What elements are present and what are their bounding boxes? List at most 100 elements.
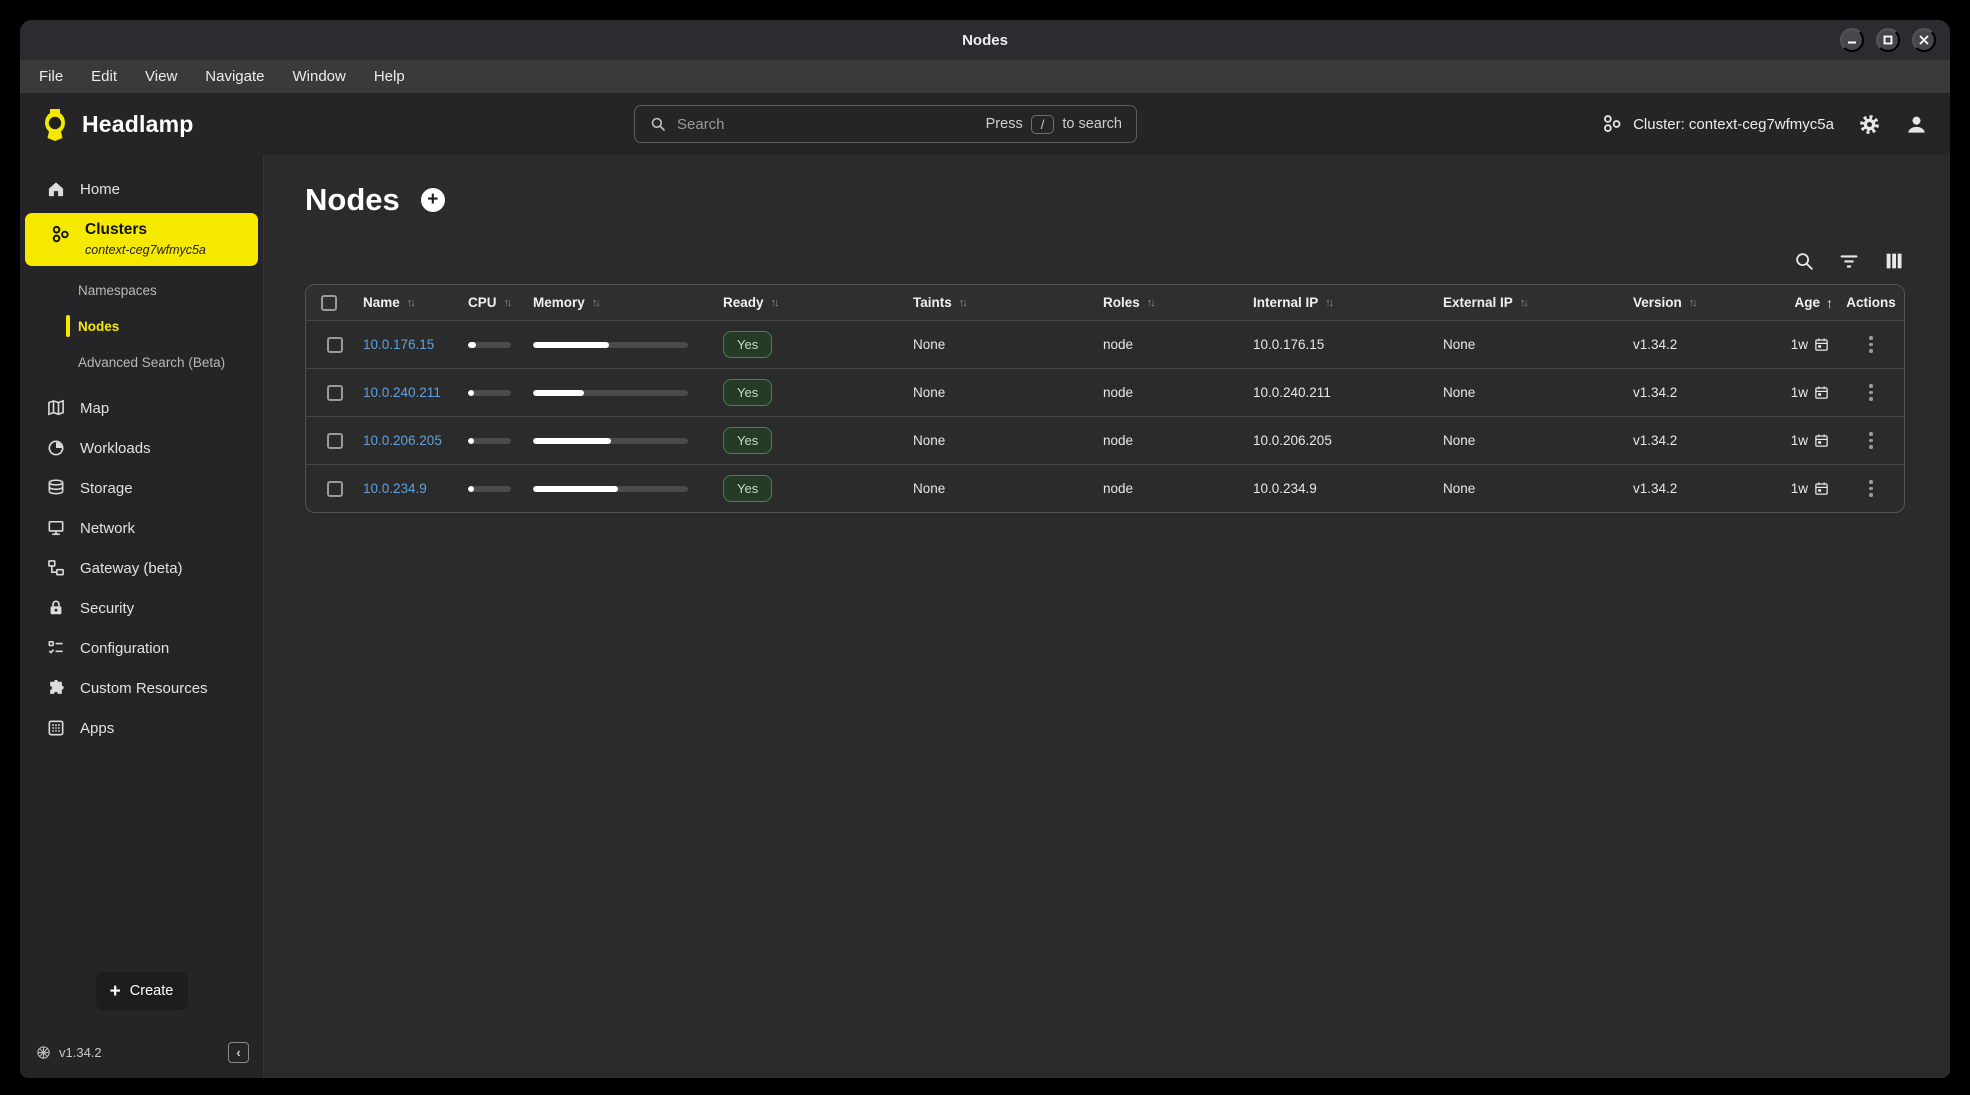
- sidebar-item-label: Security: [80, 600, 134, 617]
- menu-navigate[interactable]: Navigate: [205, 68, 264, 85]
- sidebar-item-security[interactable]: Security: [20, 588, 263, 628]
- user-account-icon[interactable]: [1905, 113, 1928, 136]
- column-header[interactable]: Ready ↑↓: [711, 295, 901, 310]
- filter-icon[interactable]: [1838, 250, 1860, 272]
- age-value: 1w: [1791, 481, 1808, 496]
- sidebar-item-custom-resources[interactable]: Custom Resources: [20, 668, 263, 708]
- menu-window[interactable]: Window: [292, 68, 345, 85]
- sidebar-item-gateway[interactable]: Gateway (beta): [20, 548, 263, 588]
- node-name-link[interactable]: 10.0.206.205: [363, 433, 442, 448]
- sort-arrows-icon[interactable]: ↑↓: [592, 297, 599, 309]
- sidebar-item-namespaces[interactable]: Namespaces: [20, 272, 263, 308]
- create-button-label: Create: [130, 983, 174, 999]
- menu-edit[interactable]: Edit: [91, 68, 117, 85]
- column-label: Age: [1794, 295, 1820, 310]
- menu-view[interactable]: View: [145, 68, 177, 85]
- sort-arrows-icon[interactable]: ↑↓: [407, 297, 414, 309]
- cluster-chooser[interactable]: Cluster: context-ceg7wfmyc5a: [1601, 113, 1834, 135]
- table-row: 10.0.176.15 Yes None node 10.0.176.15 No…: [306, 320, 1904, 368]
- sidebar-item-network[interactable]: Network: [20, 508, 263, 548]
- sidebar-item-clusters[interactable]: Clusters context-ceg7wfmyc5a: [25, 213, 258, 266]
- column-header[interactable]: Age ↑: [1771, 295, 1839, 311]
- table-row: 10.0.206.205 Yes None node 10.0.206.205 …: [306, 416, 1904, 464]
- row-checkbox[interactable]: [327, 433, 343, 449]
- sidebar-item-apps[interactable]: Apps: [20, 708, 263, 748]
- search-input[interactable]: [677, 116, 976, 133]
- sort-arrows-icon[interactable]: ↑↓: [1689, 297, 1696, 309]
- node-name-link[interactable]: 10.0.234.9: [363, 481, 427, 496]
- node-name-link[interactable]: 10.0.176.15: [363, 337, 434, 352]
- sidebar-item-label: Advanced Search (Beta): [78, 355, 225, 370]
- sort-arrows-icon[interactable]: ↑↓: [771, 297, 778, 309]
- settings-gear-icon[interactable]: [1858, 113, 1881, 136]
- calendar-icon: [1814, 385, 1829, 400]
- minimize-button[interactable]: [1840, 28, 1864, 52]
- roles-cell: node: [1091, 385, 1241, 400]
- window-controls: [1840, 28, 1936, 52]
- headlamp-logo-icon: [38, 106, 72, 142]
- lock-icon: [45, 598, 66, 619]
- sort-arrows-icon[interactable]: ↑: [1826, 295, 1833, 311]
- create-button[interactable]: + Create: [96, 972, 188, 1010]
- cpu-usage-bar: [468, 342, 511, 348]
- ready-badge: Yes: [723, 331, 772, 358]
- table-search-icon[interactable]: [1793, 250, 1815, 272]
- memory-usage-bar: [533, 390, 688, 396]
- window-title: Nodes: [962, 32, 1008, 49]
- column-header[interactable]: Roles ↑↓: [1091, 295, 1241, 310]
- row-actions-kebab-icon[interactable]: [1865, 476, 1877, 501]
- sort-arrows-icon[interactable]: ↑↓: [1520, 297, 1527, 309]
- sidebar-item-workloads[interactable]: Workloads: [20, 428, 263, 468]
- row-actions-kebab-icon[interactable]: [1865, 332, 1877, 357]
- column-header[interactable]: Taints ↑↓: [901, 295, 1091, 310]
- sidebar-item-advanced-search[interactable]: Advanced Search (Beta): [20, 344, 263, 380]
- sort-arrows-icon[interactable]: ↑↓: [504, 297, 511, 309]
- column-header[interactable]: Internal IP ↑↓: [1241, 295, 1431, 310]
- sidebar-cluster-context: context-ceg7wfmyc5a: [85, 243, 206, 257]
- brand-name: Headlamp: [82, 111, 194, 138]
- node-name-link[interactable]: 10.0.240.211: [363, 385, 441, 400]
- sidebar-collapse-button[interactable]: ‹: [228, 1042, 249, 1063]
- menu-help[interactable]: Help: [374, 68, 405, 85]
- column-label: Ready: [723, 295, 764, 310]
- sort-arrows-icon[interactable]: ↑↓: [1325, 297, 1332, 309]
- column-header[interactable]: Version ↑↓: [1621, 295, 1771, 310]
- create-node-button[interactable]: +: [421, 188, 445, 212]
- maximize-button[interactable]: [1876, 28, 1900, 52]
- page-title: Nodes: [305, 182, 400, 218]
- row-actions-kebab-icon[interactable]: [1865, 380, 1877, 405]
- sidebar-item-map[interactable]: Map: [20, 388, 263, 428]
- close-button[interactable]: [1912, 28, 1936, 52]
- row-actions-kebab-icon[interactable]: [1865, 428, 1877, 453]
- select-all-checkbox[interactable]: [321, 295, 337, 311]
- hint-suffix: to search: [1062, 116, 1122, 132]
- sort-arrows-icon[interactable]: ↑↓: [959, 297, 966, 309]
- column-header[interactable]: Actions: [1839, 295, 1903, 310]
- sidebar-item-storage[interactable]: Storage: [20, 468, 263, 508]
- sidebar-item-label: Workloads: [80, 440, 151, 457]
- column-header[interactable]: External IP ↑↓: [1431, 295, 1621, 310]
- internal-ip-cell: 10.0.234.9: [1241, 481, 1431, 496]
- menu-file[interactable]: File: [39, 68, 63, 85]
- cpu-usage-bar: [468, 390, 511, 396]
- sidebar-item-configuration[interactable]: Configuration: [20, 628, 263, 668]
- column-header[interactable]: Memory ↑↓: [521, 295, 711, 310]
- column-header[interactable]: CPU ↑↓: [456, 295, 521, 310]
- sidebar-item-label: Map: [80, 400, 109, 417]
- version-cell: v1.34.2: [1621, 337, 1771, 352]
- ready-badge: Yes: [723, 427, 772, 454]
- external-ip-cell: None: [1431, 337, 1621, 352]
- row-checkbox[interactable]: [327, 385, 343, 401]
- cpu-usage-bar: [468, 438, 511, 444]
- row-checkbox[interactable]: [327, 337, 343, 353]
- column-label: External IP: [1443, 295, 1513, 310]
- columns-icon[interactable]: [1883, 250, 1905, 272]
- title-bar: Nodes: [20, 20, 1950, 60]
- global-search[interactable]: Press / to search: [634, 105, 1137, 143]
- column-header[interactable]: Name ↑↓: [351, 295, 456, 310]
- row-checkbox[interactable]: [327, 481, 343, 497]
- sidebar-item-home[interactable]: Home: [20, 169, 263, 209]
- sort-arrows-icon[interactable]: ↑↓: [1147, 297, 1154, 309]
- internal-ip-cell: 10.0.176.15: [1241, 337, 1431, 352]
- sidebar-item-nodes[interactable]: Nodes: [20, 308, 263, 344]
